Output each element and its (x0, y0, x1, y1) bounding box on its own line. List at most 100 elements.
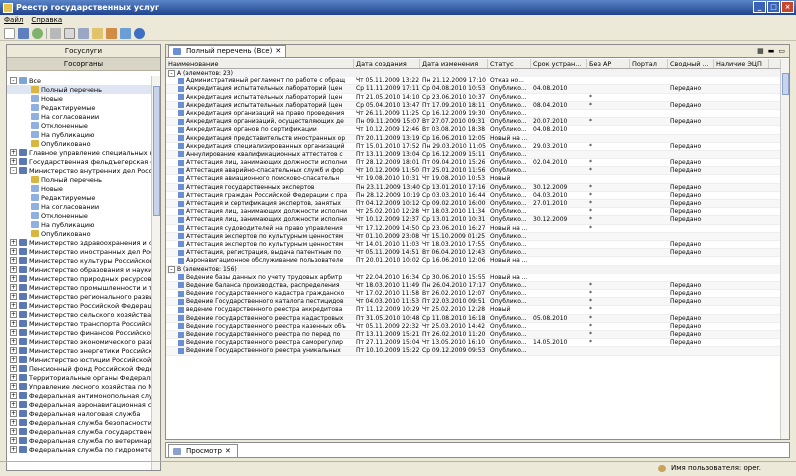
table-row[interactable]: Ведение Государственного каталога пестиц… (166, 298, 782, 307)
close-button[interactable]: × (781, 1, 794, 13)
table-row[interactable]: Административный регламент по работе с о… (166, 77, 782, 86)
tree-item[interactable]: + Федеральная служба безопасности Р (7, 418, 153, 427)
table-row[interactable]: Аттестация лиц, занимающих должности исп… (166, 159, 782, 168)
paste-icon[interactable] (92, 27, 103, 39)
table-row[interactable]: Аттестация лиц, занимающих должности исп… (166, 216, 782, 225)
tab-preview[interactable]: Просмотр ✕ (168, 444, 238, 457)
collapse-icon[interactable]: - (10, 77, 17, 84)
tree-item[interactable]: + Главное управление специальных про (7, 148, 153, 157)
tree-item[interactable]: + Федеральная служба по гидрометео (7, 445, 153, 454)
tree-item[interactable]: На согласовании (7, 112, 153, 121)
table-row[interactable]: Ведение государственного реестра казенны… (166, 323, 782, 331)
table-row[interactable]: Аккредитация организаций на право провед… (166, 110, 782, 119)
collapse-icon[interactable]: - (168, 266, 175, 274)
expand-icon[interactable]: + (10, 446, 17, 453)
tree-item[interactable]: Новые (7, 94, 153, 103)
tree-item[interactable]: + Министерство Российской Федерации (7, 301, 153, 310)
expand-icon[interactable]: + (10, 419, 17, 426)
maximize-view-icon[interactable]: ▭ (778, 47, 785, 55)
column-header[interactable]: Наименование (166, 59, 354, 68)
tab-full-list[interactable]: Полный перечень (Все) ✕ (168, 45, 287, 57)
tree-item[interactable]: + Территориальные органы Федерально (7, 373, 153, 382)
table-row[interactable]: Ведение базы данных по учету трудовых ар… (166, 274, 782, 282)
tree-item[interactable]: + Управление лесного хозяйства по Мо (7, 382, 153, 391)
table-row[interactable]: Ведение государственного реестра по пере… (166, 331, 782, 340)
expand-icon[interactable]: + (10, 410, 17, 417)
tree-item[interactable]: + Министерство энергетики Российской (7, 346, 153, 355)
expand-icon[interactable]: + (10, 374, 17, 381)
table-row[interactable]: Аттестация экспертов по культурным ценно… (166, 232, 782, 241)
expand-icon[interactable]: + (10, 383, 17, 390)
tree-item[interactable]: Редактируемые (7, 103, 153, 112)
tree-item[interactable]: Опубликовано (7, 229, 153, 238)
table-row[interactable]: Аттестация судоводителей на право управл… (166, 225, 782, 233)
expand-icon[interactable]: + (10, 365, 17, 372)
group-row[interactable]: -В (элементов: 156) (166, 265, 782, 274)
column-header[interactable]: Дата создания (354, 59, 420, 68)
agencies-button[interactable]: Госорганы (7, 58, 160, 71)
table-row[interactable]: Аттестация, регистрация, выдача патентны… (166, 249, 782, 258)
tab-close-icon[interactable]: ✕ (275, 46, 281, 57)
tree-item[interactable]: + Пенсионный фонд Российской Федера (7, 364, 153, 373)
expand-icon[interactable]: + (10, 284, 17, 291)
tree-item[interactable]: + Федеральная антимонопольная служ (7, 391, 153, 400)
refresh-icon[interactable] (32, 27, 43, 39)
tree-item[interactable]: + Министерство здравоохранения и соц (7, 238, 153, 247)
expand-icon[interactable]: + (10, 428, 17, 435)
tree-item[interactable]: + Государственная фельдъегерская сл (7, 157, 153, 166)
tree-item[interactable]: + Министерство природных ресурсов и (7, 274, 153, 283)
services-button[interactable]: Госуслуги (7, 45, 160, 58)
minimize-button[interactable]: _ (753, 1, 766, 13)
tree-item[interactable]: Редактируемые (7, 193, 153, 202)
expand-icon[interactable]: + (10, 392, 17, 399)
table-row[interactable]: Аккредитация органов по сертификации Чт 1… (166, 126, 782, 135)
column-header[interactable]: Срок устран... (531, 59, 587, 68)
expand-icon[interactable]: + (10, 356, 17, 363)
expand-icon[interactable]: + (10, 266, 17, 273)
column-header[interactable]: Наличие ЭЦП (714, 59, 769, 68)
expand-icon[interactable]: + (10, 293, 17, 300)
expand-icon[interactable]: + (10, 302, 17, 309)
expand-icon[interactable]: + (10, 329, 17, 336)
main-scrollbar[interactable] (780, 59, 789, 439)
tree-item[interactable]: + Министерство образования и науки Р (7, 265, 153, 274)
tree-item[interactable]: Опубликовано (7, 139, 153, 148)
edit-icon[interactable] (106, 27, 117, 39)
tree-item[interactable]: + Министерство юстиции Российской Фе (7, 355, 153, 364)
minimize-view-icon[interactable]: ▬ (768, 47, 775, 55)
tree-item[interactable]: - Министерство внутренних дел Российс (7, 166, 153, 175)
table-row[interactable]: Аттестация экспертов по культурным ценно… (166, 241, 782, 250)
copy-icon[interactable] (64, 27, 75, 39)
preview-close-icon[interactable]: ✕ (225, 446, 231, 457)
tree-item[interactable]: Полный перечень (7, 175, 153, 184)
print-icon[interactable] (50, 27, 61, 39)
left-scrollbar[interactable] (151, 76, 160, 470)
table-row[interactable]: Ведение Государственного реестра уникаль… (166, 347, 782, 356)
table-row[interactable]: Аккредитация организаций, осуществляющих… (166, 118, 782, 127)
tree-item[interactable]: Отклоненные (7, 211, 153, 220)
column-header[interactable]: Дата изменения (420, 59, 488, 68)
table-row[interactable]: Аккредитация испытательных лабораторий (… (166, 94, 782, 102)
main-scroll-thumb[interactable] (782, 73, 789, 95)
table-row[interactable]: Аттестация лиц, занимающих должности исп… (166, 208, 782, 217)
expand-icon[interactable]: + (10, 347, 17, 354)
table-row[interactable]: Аннулирование квалификационных аттестато… (166, 150, 782, 160)
table-row[interactable]: ведение государственного реестра аккреди… (166, 306, 782, 315)
tree-item[interactable]: + Министерство промышленности и тор (7, 283, 153, 292)
tree-item[interactable]: + Министерство транспорта Российской (7, 319, 153, 328)
menu-file[interactable]: Файл (4, 15, 23, 26)
export-icon[interactable] (120, 27, 131, 39)
expand-icon[interactable]: + (10, 158, 17, 165)
tree-item[interactable]: + Министерство экономического развит (7, 337, 153, 346)
expand-icon[interactable]: + (10, 311, 17, 318)
tree-item[interactable]: - Все (7, 76, 153, 85)
expand-icon[interactable]: + (10, 437, 17, 444)
expand-icon[interactable]: + (10, 248, 17, 255)
collapse-icon[interactable]: - (10, 167, 17, 174)
tree-item[interactable]: + Министерство сельского хозяйства Р (7, 310, 153, 319)
tree-item[interactable]: + Министерство иностранных дел Росс (7, 247, 153, 256)
column-header[interactable]: Статус (488, 59, 531, 68)
column-header[interactable]: Портал (630, 59, 668, 68)
left-scroll-thumb[interactable] (153, 86, 160, 216)
tree-item[interactable]: + Федеральная служба государственн (7, 427, 153, 436)
